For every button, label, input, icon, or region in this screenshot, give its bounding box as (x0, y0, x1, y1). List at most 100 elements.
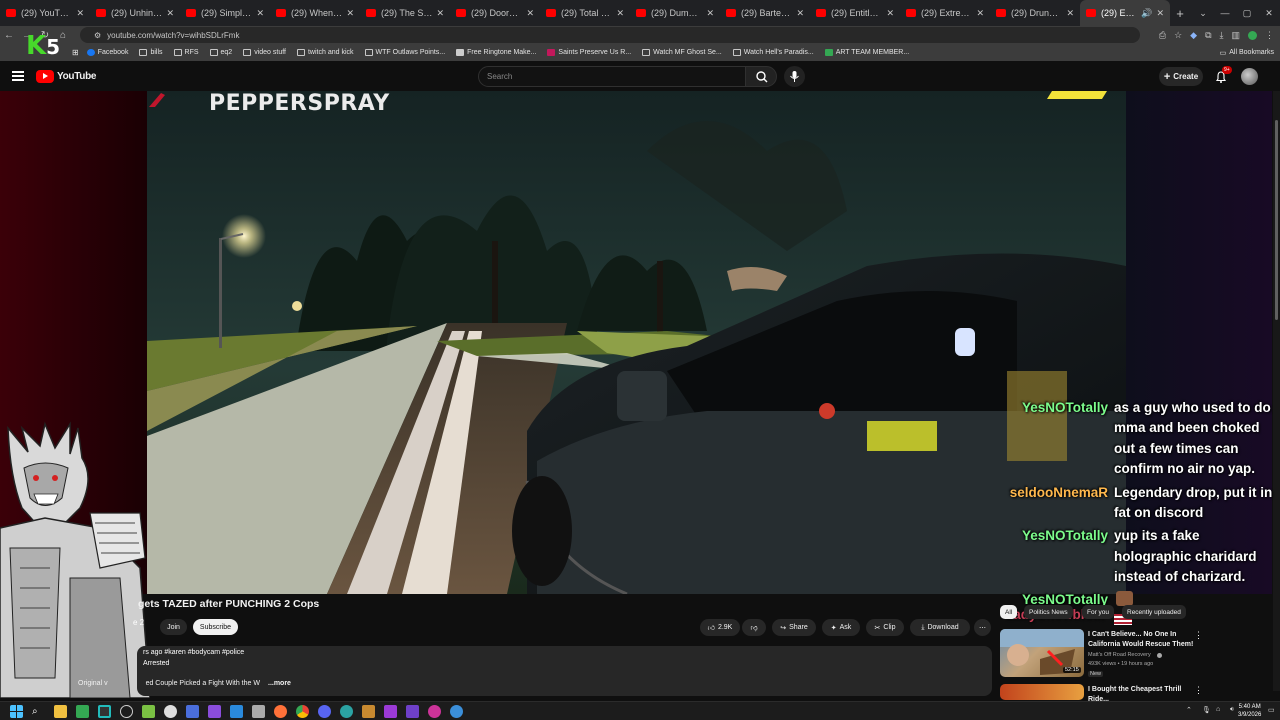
browser-tab[interactable]: (29) When Jealous B✕ (270, 0, 360, 26)
like-button[interactable]: 👍︎ 2.9K (700, 619, 740, 636)
bookmark-folder[interactable]: eq2 (209, 49, 232, 56)
close-tab-icon[interactable]: ✕ (976, 8, 984, 19)
chrome-icon[interactable] (296, 705, 309, 718)
search-icon[interactable]: ⌕ (32, 705, 45, 718)
search-button[interactable] (745, 66, 777, 87)
hamburger-menu-icon[interactable] (12, 71, 24, 81)
bookmark-facebook[interactable]: Facebook (86, 49, 128, 56)
close-tab-icon[interactable]: ✕ (436, 8, 444, 19)
bookmark-folder[interactable]: twitch and kick (296, 49, 354, 56)
windows-start-icon[interactable] (10, 705, 23, 718)
recommendation-thumbnail[interactable] (1000, 684, 1084, 700)
search-input[interactable]: Search (478, 66, 746, 87)
description-box[interactable] (137, 646, 992, 696)
subscribe-button[interactable]: Subscribe (193, 619, 238, 635)
close-tab-icon[interactable]: ✕ (346, 8, 354, 19)
settings-app-icon[interactable] (120, 705, 133, 718)
browser-tab[interactable]: (29) DoorDash Drive✕ (450, 0, 540, 26)
dislike-button[interactable]: 👎︎ (742, 619, 766, 636)
sidepanel-icon[interactable]: ▥ (1231, 30, 1240, 41)
minimize-icon[interactable]: — (1214, 8, 1236, 18)
browser-tab[interactable]: (29) Dumbest Shopl✕ (630, 0, 720, 26)
terminal-icon[interactable] (76, 705, 89, 718)
app-icon[interactable] (208, 705, 221, 718)
chip-for-you[interactable]: For you (1082, 605, 1115, 619)
download-button[interactable]: ⤓ Download (910, 619, 970, 636)
browser-tab[interactable]: (29) Simple Traffic S✕ (180, 0, 270, 26)
clip-button[interactable]: ✂ Clip (866, 619, 904, 636)
bookmark-link[interactable]: Watch MF Ghost Se... (642, 49, 722, 56)
recommendation-title[interactable]: I Bought the Cheapest Thrill (1088, 685, 1181, 694)
bookmark-link[interactable]: ART TEAM MEMBER... (824, 49, 909, 56)
apps-grid-icon[interactable]: ⊞ (72, 48, 79, 57)
extension-icon[interactable]: ◆ (1190, 30, 1197, 41)
browser-tab[interactable]: (29) Bartender Leav✕ (720, 0, 810, 26)
notifications-icon[interactable]: ▭ (1268, 706, 1275, 714)
volume-icon[interactable]: 🔉︎ (1230, 706, 1234, 714)
app-icon[interactable] (318, 705, 331, 718)
file-explorer-icon[interactable] (54, 705, 67, 718)
chrome-icon[interactable] (98, 705, 111, 718)
browser-tab-active[interactable]: (29) Entitled Ka🔊✕ (1080, 0, 1170, 26)
browser-tab[interactable]: (29) Extremely Drun✕ (900, 0, 990, 26)
close-tab-icon[interactable]: ✕ (886, 8, 894, 19)
recommendation-title[interactable]: I Can't Believe... No One In (1088, 630, 1176, 639)
close-tab-icon[interactable]: ✕ (1066, 8, 1074, 19)
create-button[interactable]: + Create (1159, 67, 1203, 86)
browser-tab[interactable]: (29) Unhinged Cou✕ (90, 0, 180, 26)
browser-tab[interactable]: (29) Drunk Woman✕ (990, 0, 1080, 26)
mic-tray-icon[interactable]: 🎙︎ (1202, 706, 1211, 714)
bookmark-link[interactable]: Watch Hell's Paradis... (732, 49, 814, 56)
share-button[interactable]: ↪ Share (772, 619, 816, 636)
close-tab-icon[interactable]: ✕ (796, 8, 804, 19)
app-icon[interactable] (274, 705, 287, 718)
tab-search-icon[interactable]: ⌄ (1192, 8, 1214, 19)
site-info-icon[interactable]: ⚙ (94, 31, 101, 40)
app-icon[interactable] (252, 705, 265, 718)
back-icon[interactable]: ← (0, 30, 18, 41)
app-icon[interactable] (340, 705, 353, 718)
bookmark-folder[interactable]: bills (139, 49, 163, 56)
close-tab-icon[interactable]: ✕ (76, 8, 84, 19)
more-vert-icon[interactable]: ⋮ (1194, 630, 1203, 641)
chrome-menu-icon[interactable]: ⋮ (1265, 30, 1274, 41)
app-icon[interactable] (384, 705, 397, 718)
browser-tab[interactable]: (29) The Stop Sign G✕ (360, 0, 450, 26)
app-icon[interactable] (428, 705, 441, 718)
chevron-up-icon[interactable]: ⌃ (1186, 706, 1192, 714)
join-button[interactable]: Join (160, 619, 187, 635)
bookmark-star-icon[interactable]: ☆ (1174, 30, 1182, 41)
more-vert-icon[interactable]: ⋮ (1194, 685, 1203, 696)
profile-avatar-icon[interactable] (1248, 30, 1257, 40)
app-icon[interactable] (450, 705, 463, 718)
downloads-icon[interactable]: ⤓ (1220, 30, 1224, 41)
chip-politics-news[interactable]: Politics News (1024, 605, 1073, 619)
scrollbar-thumb[interactable] (1275, 120, 1278, 320)
close-tab-icon[interactable]: ✕ (166, 8, 174, 19)
maximize-icon[interactable]: ▢ (1236, 8, 1258, 19)
chip-all[interactable]: All (1000, 605, 1018, 619)
chip-recently-uploaded[interactable]: Recently uploaded (1122, 605, 1186, 619)
close-tab-icon[interactable]: ✕ (526, 8, 534, 19)
close-tab-icon[interactable]: ✕ (256, 8, 264, 19)
browser-tab[interactable]: (29) Total Disaster E✕ (540, 0, 630, 26)
youtube-logo[interactable]: YouTube (36, 70, 97, 83)
speaker-icon[interactable]: 🔊 (1141, 8, 1152, 19)
network-icon[interactable]: ⌂ (1216, 706, 1220, 713)
clock[interactable]: 5:40 AM 3/9/2026 (1238, 704, 1261, 719)
more-actions-button[interactable]: ⋯ (974, 619, 991, 636)
bookmark-link[interactable]: Saints Preserve Us R... (547, 49, 631, 56)
video-player[interactable]: PEPPERSPRAY (147, 91, 1126, 594)
voice-search-button[interactable] (784, 66, 805, 87)
bookmark-folder[interactable]: RFS (173, 49, 199, 56)
address-bar[interactable]: ⚙ youtube.com/watch?v=wihbSDLrFmk (80, 27, 1140, 43)
browser-tab[interactable]: (29) YouTube ✕ (0, 0, 90, 26)
extensions-puzzle-icon[interactable]: ⧉ (1205, 30, 1211, 41)
app-icon[interactable] (164, 705, 177, 718)
close-window-icon[interactable]: ✕ (1258, 8, 1280, 19)
install-icon[interactable]: ⎙ (1159, 30, 1166, 41)
app-icon[interactable] (362, 705, 375, 718)
bookmark-folder[interactable]: WTF Outlaws Points... (364, 49, 445, 56)
browser-tab[interactable]: (29) Entitled Teen L✕ (810, 0, 900, 26)
app-icon[interactable] (186, 705, 199, 718)
